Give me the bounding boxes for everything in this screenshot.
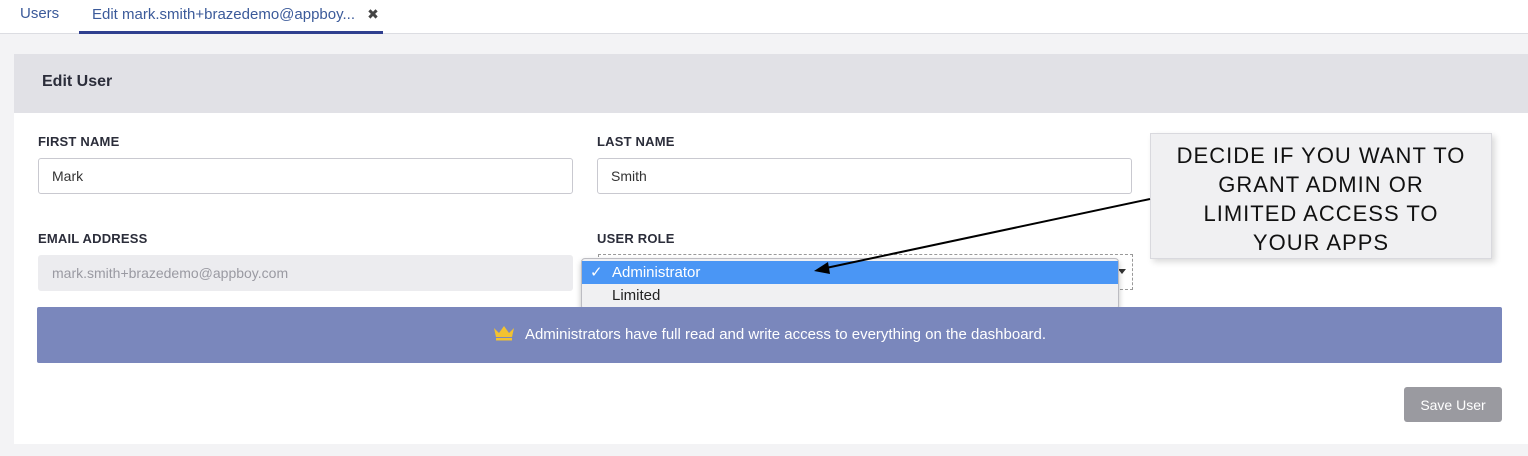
role-option-administrator[interactable]: ✓ Administrator bbox=[582, 261, 1118, 284]
email-field bbox=[38, 255, 573, 291]
first-name-label: FIRST NAME bbox=[38, 134, 120, 149]
callout-line: GRANT ADMIN OR bbox=[1218, 172, 1424, 197]
tab-edit-user[interactable]: Edit mark.smith+brazedemo@appboy... ✖ bbox=[79, 0, 383, 34]
checkmark-icon: ✓ bbox=[590, 264, 603, 281]
email-label: EMAIL ADDRESS bbox=[38, 231, 148, 246]
tab-users[interactable]: Users bbox=[20, 0, 59, 34]
callout-line: LIMITED ACCESS TO bbox=[1203, 201, 1439, 226]
save-user-button[interactable]: Save User bbox=[1404, 387, 1502, 422]
panel-header: Edit User bbox=[14, 54, 1528, 113]
role-option-label: Limited bbox=[612, 287, 661, 304]
user-role-label: USER ROLE bbox=[597, 231, 675, 246]
role-notice-banner: Administrators have full read and write … bbox=[37, 307, 1502, 363]
annotation-callout: DECIDE IF YOU WANT TO GRANT ADMIN OR LIM… bbox=[1150, 133, 1492, 259]
first-name-field[interactable] bbox=[38, 158, 573, 194]
tab-bar: Users Edit mark.smith+brazedemo@appboy..… bbox=[0, 0, 1528, 34]
user-role-dropdown[interactable]: ✓ Administrator Limited bbox=[581, 258, 1119, 310]
last-name-label: LAST NAME bbox=[597, 134, 675, 149]
callout-line: DECIDE IF YOU WANT TO bbox=[1176, 143, 1466, 168]
tab-users-label: Users bbox=[20, 5, 60, 22]
role-option-label: Administrator bbox=[612, 264, 701, 281]
close-icon[interactable]: ✖ bbox=[367, 6, 379, 22]
callout-line: YOUR APPS bbox=[1252, 230, 1390, 255]
crown-icon bbox=[493, 326, 514, 341]
last-name-field[interactable] bbox=[597, 158, 1132, 194]
page-title: Edit User bbox=[42, 73, 113, 90]
chevron-down-icon bbox=[1118, 269, 1126, 274]
tab-edit-user-label: Edit mark.smith+brazedemo@appboy... bbox=[92, 6, 355, 23]
notice-text: Administrators have full read and write … bbox=[524, 326, 1047, 343]
role-option-limited[interactable]: Limited bbox=[582, 284, 1118, 307]
